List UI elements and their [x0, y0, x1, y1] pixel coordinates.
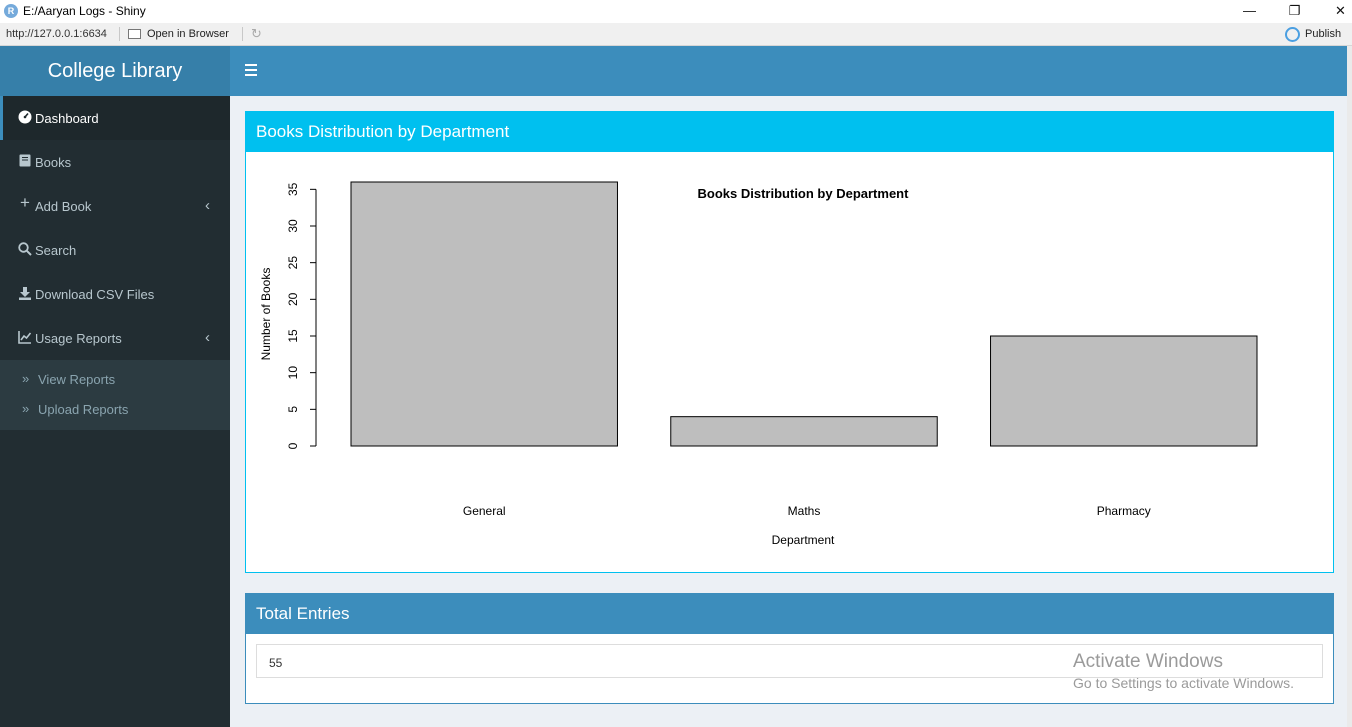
sidebar-subitem-label: View Reports — [38, 372, 116, 387]
book-icon — [18, 154, 32, 168]
viewer-toolbar: http://127.0.0.1:6634 Open in Browser ↻ … — [0, 23, 1352, 46]
page-scrollbar[interactable] — [1347, 46, 1352, 727]
sidebar: College Library Dashboard Books + Add Bo… — [0, 46, 230, 727]
category-label: Pharmacy — [1097, 504, 1151, 518]
r-app-icon: R — [4, 4, 18, 18]
y-tick-label: 20 — [286, 292, 300, 306]
window-title: E:/Aaryan Logs - Shiny — [23, 4, 146, 18]
refresh-icon[interactable]: ↻ — [251, 26, 262, 42]
sidebar-item-add-book[interactable]: + Add Book ‹ — [0, 184, 230, 228]
watermark-title: Activate Windows — [1073, 651, 1223, 672]
url-display[interactable]: http://127.0.0.1:6634 — [6, 28, 107, 40]
category-label: Maths — [788, 504, 821, 518]
watermark-subtitle: Go to Settings to activate Windows. — [1073, 675, 1294, 691]
total-entries-title: Total Entries — [246, 594, 1333, 634]
sidebar-subitem-upload-reports[interactable]: » Upload Reports — [0, 394, 230, 424]
browser-window-icon — [128, 29, 141, 39]
close-button[interactable]: ✕ — [1318, 0, 1352, 23]
plus-icon: + — [20, 193, 30, 212]
sidebar-item-search[interactable]: Search — [0, 228, 230, 272]
double-chevron-right-icon: » — [22, 401, 30, 416]
x-axis-label: Department — [772, 533, 835, 547]
publish-icon — [1285, 27, 1300, 42]
y-tick-label: 35 — [286, 182, 300, 196]
double-chevron-right-icon: » — [22, 371, 30, 386]
y-tick-label: 25 — [286, 256, 300, 270]
sidebar-item-label: Dashboard — [35, 111, 99, 126]
sidebar-item-download-csv[interactable]: Download CSV Files — [0, 272, 230, 316]
bar-general — [350, 181, 618, 447]
sidebar-subitem-label: Upload Reports — [38, 402, 129, 417]
minimize-button[interactable]: — — [1227, 0, 1272, 23]
y-tick-label: 0 — [286, 442, 300, 449]
toolbar-divider — [242, 27, 243, 41]
toolbar-divider — [119, 27, 120, 41]
bar-pharmacy — [990, 335, 1258, 447]
y-tick-label: 30 — [286, 219, 300, 233]
sidebar-item-dashboard[interactable]: Dashboard — [0, 96, 230, 140]
chart-box-title: Books Distribution by Department — [246, 112, 1333, 152]
y-tick-label: 15 — [286, 329, 300, 343]
chevron-left-icon: ‹ — [205, 197, 210, 214]
line-chart-icon — [18, 330, 32, 344]
tachometer-icon — [18, 110, 32, 124]
sidebar-item-label: Usage Reports — [35, 331, 122, 346]
chevron-left-icon: ‹ — [205, 329, 210, 346]
y-tick-label: 5 — [286, 406, 300, 413]
sidebar-subitem-view-reports[interactable]: » View Reports — [0, 364, 230, 394]
brand-logo[interactable]: College Library — [0, 46, 230, 96]
main-header — [230, 46, 1352, 96]
sidebar-item-books[interactable]: Books — [0, 140, 230, 184]
publish-button[interactable]: Publish — [1305, 28, 1341, 40]
chart-title: Books Distribution by Department — [698, 186, 910, 201]
sidebar-toggle-icon[interactable] — [245, 64, 257, 79]
bar-chart: Books Distribution by Department General M… — [259, 181, 1258, 547]
search-icon — [18, 242, 32, 256]
category-label: General — [463, 504, 506, 518]
sidebar-item-label: Books — [35, 155, 72, 170]
sidebar-item-label: Search — [35, 243, 77, 258]
sidebar-item-label: Download CSV Files — [35, 287, 155, 302]
bar-maths — [670, 416, 938, 447]
y-tick-label: 10 — [286, 366, 300, 380]
sidebar-item-label: Add Book — [35, 199, 92, 214]
usage-reports-submenu: » View Reports » Upload Reports — [0, 360, 230, 430]
open-in-browser-button[interactable]: Open in Browser — [147, 28, 229, 40]
download-icon — [18, 286, 32, 300]
maximize-button[interactable]: ❐ — [1272, 0, 1317, 23]
window-title-bar: R E:/Aaryan Logs - Shiny — ❐ ✕ — [0, 0, 1352, 23]
y-axis-label: Number of Books — [259, 268, 273, 361]
sidebar-menu: Dashboard Books + Add Book ‹ Search Down… — [0, 96, 230, 430]
activate-windows-watermark: Activate Windows Go to Settings to activ… — [1073, 651, 1294, 691]
sidebar-item-usage-reports[interactable]: Usage Reports ‹ — [0, 316, 230, 360]
chart-box: Books Distribution by Department Books D… — [245, 111, 1334, 573]
